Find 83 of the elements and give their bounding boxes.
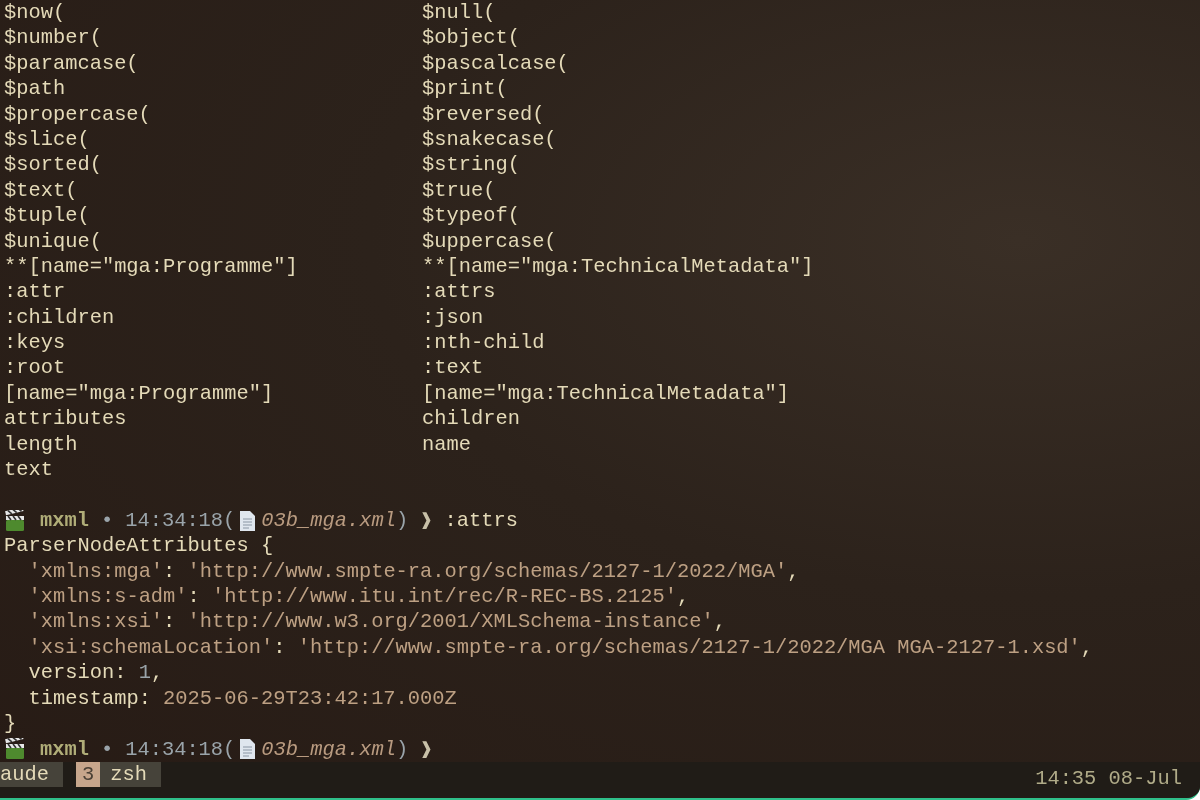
completion-item: text bbox=[4, 457, 53, 483]
output-text: 1 bbox=[138, 660, 151, 686]
completion-item: attributes bbox=[4, 406, 127, 432]
output-text: timestamp: bbox=[28, 685, 152, 711]
prompt-time: 14:34:18 bbox=[125, 737, 224, 761]
clapperboard-icon bbox=[4, 738, 26, 760]
completion-item: $unique( bbox=[4, 228, 102, 254]
prompt-time: 14:34:18 bbox=[125, 509, 224, 532]
output-text: version: bbox=[28, 660, 128, 686]
prompt-paren: ( bbox=[223, 737, 236, 761]
completion-item: $true( bbox=[422, 177, 496, 204]
output-text: 'xmlns:s-adm' bbox=[28, 584, 188, 610]
output-text: 'http://www.w3.org/2001/XMLSchema-instance' bbox=[187, 609, 714, 635]
output-text: , bbox=[713, 609, 726, 635]
output-text: : bbox=[163, 609, 177, 635]
output-text: 'xsi:schemaLocation' bbox=[28, 634, 274, 661]
completion-item: $typeof( bbox=[422, 203, 520, 229]
output-text: , bbox=[150, 660, 164, 686]
completion-item: :nth-child bbox=[422, 330, 545, 356]
completion-item: $text( bbox=[4, 177, 78, 204]
completion-item: length bbox=[4, 431, 78, 458]
prompt-separator: • bbox=[100, 509, 114, 532]
window-tab[interactable]: 3 zsh bbox=[75, 762, 161, 787]
completion-item: children bbox=[422, 406, 520, 432]
output-text: 'http://www.smpte-ra.org/schemas/2127-1/2022/MGA' bbox=[187, 558, 788, 584]
completion-item: $print( bbox=[422, 76, 508, 102]
completion-item: $paramcase( bbox=[4, 50, 139, 77]
completion-item: $reversed( bbox=[422, 101, 545, 127]
completion-item: $propercase( bbox=[4, 101, 151, 127]
output-text: , bbox=[1080, 634, 1094, 661]
prompt-app-name: mxml bbox=[40, 737, 89, 761]
completion-item: $number( bbox=[4, 25, 102, 51]
completion-item: $slice( bbox=[4, 126, 90, 153]
output-text: , bbox=[787, 558, 800, 584]
output-text: 2025-06-29T23:42:17.000Z bbox=[163, 685, 457, 711]
output-text: : bbox=[163, 558, 177, 584]
completion-item: **[name="mga:TechnicalMetadata"] bbox=[422, 253, 814, 280]
prompt-app-name: mxml bbox=[40, 509, 89, 532]
completion-item: $sorted( bbox=[4, 152, 102, 178]
window-index: 3 bbox=[75, 762, 101, 787]
output-text: : bbox=[187, 584, 201, 610]
output-text: , bbox=[677, 584, 690, 610]
prompt-paren: ) bbox=[395, 509, 409, 532]
prompt-caret: ❱ bbox=[420, 737, 433, 762]
completion-item: **[name="mga:Programme"] bbox=[4, 253, 298, 280]
completion-item: [name="mga:TechnicalMetadata"] bbox=[422, 380, 790, 407]
output-text: ParserNodeAttributes { bbox=[4, 533, 274, 559]
completion-item: [name="mga:Programme"] bbox=[4, 380, 274, 407]
completion-item: $object( bbox=[422, 25, 520, 51]
window-tab[interactable]: aude bbox=[0, 762, 63, 787]
output-text: 'http://www.smpte-ra.org/schemas/2127-1/2022/MGA MGA-2127-1.xsd' bbox=[297, 634, 1081, 661]
completion-item: $string( bbox=[422, 152, 520, 178]
command-text: :attrs bbox=[444, 509, 518, 532]
completion-item: $tuple( bbox=[4, 203, 90, 229]
document-icon bbox=[237, 738, 258, 760]
completion-item: $snakecase( bbox=[422, 126, 557, 153]
completion-item: $null( bbox=[422, 0, 496, 26]
completion-item: $now( bbox=[4, 0, 66, 26]
output-text: : bbox=[273, 634, 287, 661]
completion-item: :text bbox=[422, 355, 484, 381]
output-text: } bbox=[4, 710, 17, 737]
completion-item: $uppercase( bbox=[422, 228, 557, 254]
completion-item: :root bbox=[4, 355, 66, 381]
output-text: 'http://www.itu.int/rec/R-REC-BS.2125' bbox=[212, 584, 678, 610]
completion-item: :attrs bbox=[422, 279, 496, 305]
prompt-paren: ) bbox=[395, 737, 409, 761]
completion-item: :children bbox=[4, 304, 115, 331]
output-text: 'xmlns:mga' bbox=[28, 558, 164, 584]
completion-item: $path bbox=[4, 76, 66, 102]
prompt-paren: ( bbox=[223, 509, 236, 532]
prompt-caret: ❱ bbox=[420, 509, 433, 533]
completion-item: name bbox=[422, 431, 471, 458]
clapperboard-icon bbox=[4, 509, 26, 532]
completion-item: :json bbox=[422, 304, 484, 331]
prompt-file-name: 03b_mga.xml bbox=[261, 509, 396, 532]
completion-item: $pascalcase( bbox=[422, 50, 569, 77]
completion-item: :attr bbox=[4, 279, 66, 305]
completion-item: :keys bbox=[4, 330, 66, 356]
document-icon bbox=[237, 509, 258, 532]
prompt-file-name: 03b_mga.xml bbox=[261, 737, 396, 761]
prompt-separator: • bbox=[100, 737, 114, 761]
output-text: 'xmlns:xsi' bbox=[28, 609, 164, 635]
status-clock: 14:35 08-Jul bbox=[1035, 767, 1182, 790]
